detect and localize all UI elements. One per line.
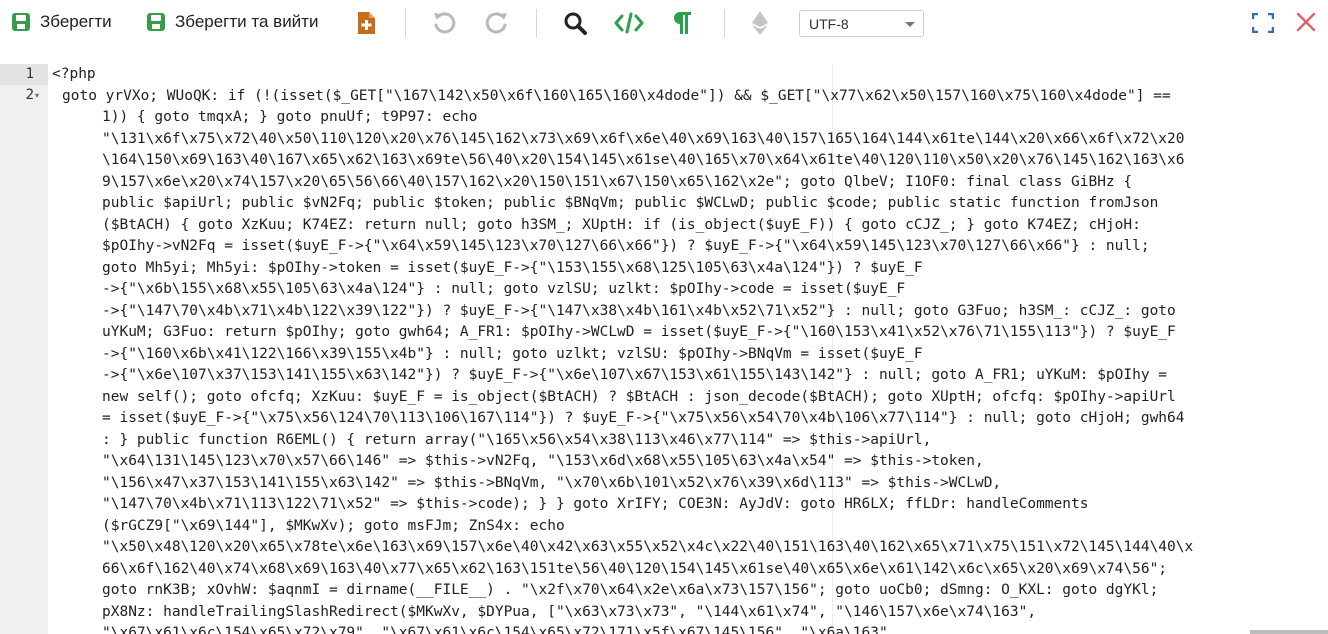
fullscreen-button[interactable] [1252,13,1274,33]
save-label: Зберегти [40,12,112,31]
code-line[interactable]: = isset($uyE_F->{"\x75\x56\124\70\113\10… [102,408,1185,430]
code-view-button[interactable] [614,12,644,34]
code-line[interactable]: <?php [52,64,96,86]
undo-button[interactable] [431,10,457,36]
code-line[interactable]: new self(); goto ofcfq; XzKuu: $uyE_F = … [102,387,1176,409]
fullscreen-icon [1252,13,1274,33]
code-line[interactable]: goto Mh5yi; Mh5yi: $pOIhy->token = isset… [102,258,923,280]
code-line[interactable]: "\x64\131\145\123\x70\x57\66\146" => $th… [102,451,984,473]
code-line[interactable]: pX8Nz: handleTrailingSlashRedirect($MKwX… [102,602,1036,624]
code-line[interactable]: goto yrVXo; WUoQK: if (!(isset($_GET["\1… [62,86,1171,108]
code-line[interactable]: goto rnK3B; xOvhW: $aqnmI = dirname(__FI… [102,580,1158,602]
code-line[interactable]: ($rGCZ9["\x69\144"], $MKwXv); goto msFJm… [102,516,565,538]
paragraph-icon [672,11,692,35]
code-icon [614,12,644,34]
code-line[interactable]: : } public function R6EML() { return arr… [102,430,931,452]
redo-button[interactable] [484,10,510,36]
code-line[interactable]: ->{"\x6b\155\x68\x55\105\63\x4a\124"} : … [102,279,905,301]
encoding-value: UTF-8 [809,15,849,32]
code-line[interactable]: "\x67\x61\x6c\154\x65\x72\x79", "\x67\x6… [102,623,896,634]
add-file-icon [356,11,376,35]
code-line[interactable]: 1)) { goto tmqxA; } goto pnuUf; t9P97: e… [102,107,477,129]
code-line[interactable]: "\156\x47\x37\153\141\155\x63\142" => $t… [102,473,1001,495]
code-line[interactable]: ->{"\x6e\107\x37\153\141\155\x63\142"}) … [102,365,1167,387]
horizontal-scrollbar-thumb[interactable] [1250,630,1328,634]
code-line[interactable]: public $apiUrl; public $vN2Fq; public $t… [102,193,1158,215]
close-button[interactable] [1296,12,1316,32]
fold-toggle-icon[interactable]: ▾ [35,85,39,106]
code-line[interactable]: "\147\70\x4b\x71\113\122\71\x52" => $thi… [102,494,1088,516]
search-button[interactable] [563,11,587,35]
editor-toolbar: Зберегти Зберегти та вийти UTF-8 [0,0,1328,46]
code-line[interactable]: ($BtACH) { goto XzKuu; K74EZ: return nul… [102,215,1141,237]
code-line[interactable]: 9\157\x6e\x20\x74\157\x20\65\56\66\40\15… [102,172,1132,194]
toolbar-divider [724,9,725,37]
chevron-down-icon [905,22,915,27]
line-number: 1 [25,66,34,82]
ethereum-icon [751,10,769,36]
new-file-button[interactable] [356,11,376,35]
save-button[interactable]: Зберегти [11,12,112,32]
close-icon [1296,12,1316,32]
toolbar-divider [536,9,537,37]
redo-icon [484,10,510,36]
code-editor[interactable]: 1 2 ▾ <?php goto yrVXo; WUoQK: if (!(iss… [0,64,1328,634]
ethereum-button[interactable] [751,10,769,36]
code-line[interactable]: $pOIhy->vN2Fq = isset($uyE_F->{"\x64\x59… [102,236,1150,258]
code-line[interactable]: ->{"\160\x6b\x41\122\166\x39\155\x4b"} :… [102,344,923,366]
save-and-exit-label: Зберегти та вийти [175,12,319,31]
code-line[interactable]: "\x50\x48\120\x20\x65\x78te\x6e\163\x69\… [102,537,1193,559]
code-line[interactable]: uYKuM; G3Fuo: return $pOIhy; goto gwh64;… [102,322,1176,344]
floppy-disk-icon [11,12,31,32]
show-invisibles-button[interactable] [672,11,692,35]
line-gutter [0,64,48,634]
toolbar-divider [405,9,406,37]
undo-icon [431,10,457,36]
code-line[interactable]: "\131\x6f\x75\x72\40\x50\110\120\x20\x76… [102,129,1185,151]
code-line[interactable]: ->{"\147\70\x4b\x71\x4b\122\x39\122"}) ?… [102,301,1176,323]
code-line[interactable]: 66\x6f\162\40\x74\x68\x69\163\40\x77\x65… [102,559,1167,581]
search-icon [563,11,587,35]
encoding-select[interactable]: UTF-8 [799,10,924,37]
floppy-disk-icon [146,12,166,32]
save-and-exit-button[interactable]: Зберегти та вийти [146,12,318,32]
line-number: 2 [25,87,34,103]
code-line[interactable]: \164\150\x69\163\40\167\x65\x62\163\x69t… [102,150,1185,172]
